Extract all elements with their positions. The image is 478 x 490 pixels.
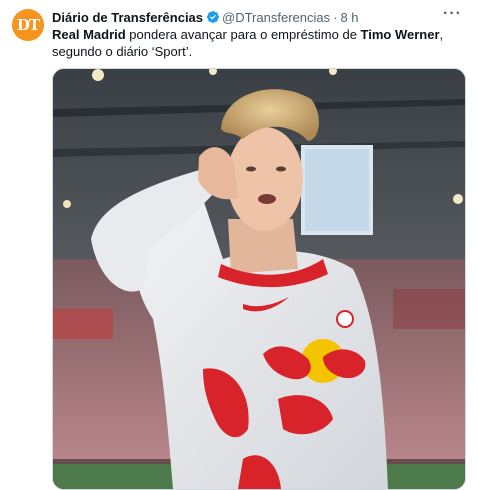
tweet-text-plain: pondera avançar para o empréstimo de xyxy=(125,27,361,42)
avatar-initials: DT xyxy=(16,16,40,34)
separator-dot: · xyxy=(333,9,338,25)
author-handle[interactable]: @DTransferencias xyxy=(222,10,330,25)
more-options-icon[interactable]: ··· xyxy=(443,5,462,23)
author-name[interactable]: Diário de Transferências xyxy=(52,10,203,25)
tweet-text: Real Madrid pondera avançar para o empré… xyxy=(52,26,452,60)
author-avatar[interactable]: DT xyxy=(12,9,44,41)
tweet-timestamp[interactable]: 8 h xyxy=(340,10,358,25)
verified-badge-icon xyxy=(207,11,219,23)
tweet-media-photo[interactable] xyxy=(52,68,466,490)
tweet-text-bold: Real Madrid xyxy=(52,27,126,42)
player-photo-icon xyxy=(53,69,465,489)
tweet-card[interactable]: DT Diário de Transferências @DTransferen… xyxy=(0,0,478,490)
tweet-header: Diário de Transferências @DTransferencia… xyxy=(52,8,466,26)
tweet-text-bold: Timo Werner xyxy=(360,27,440,42)
